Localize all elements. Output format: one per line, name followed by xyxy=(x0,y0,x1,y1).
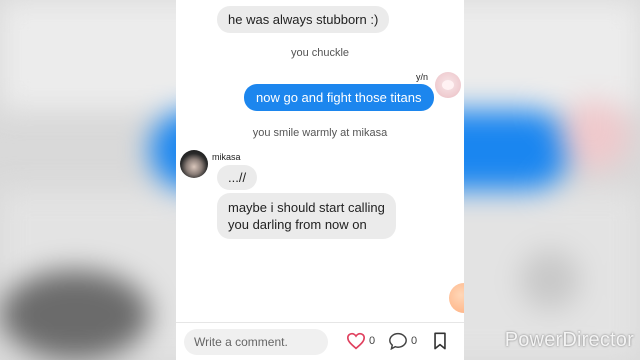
sender-name-mikasa: mikasa xyxy=(212,152,241,162)
message-line: you darling from now on xyxy=(228,217,367,232)
sender-name-yn: y/n xyxy=(416,72,429,82)
comment-input[interactable] xyxy=(184,329,328,355)
message-bubble: maybe i should start calling you darling… xyxy=(217,193,396,239)
comment-count: 0 xyxy=(411,335,418,347)
like-count: 0 xyxy=(369,335,376,347)
avatar-yn[interactable] xyxy=(435,72,461,98)
floating-button[interactable] xyxy=(449,283,464,313)
narration-text: you chuckle xyxy=(290,47,350,59)
message-bubble-outgoing: now go and fight those titans xyxy=(244,84,434,111)
message-line: maybe i should start calling xyxy=(228,200,385,215)
comment-icon[interactable] xyxy=(388,332,408,355)
chat-screen: he was always stubborn :) you chuckle y/… xyxy=(176,0,464,360)
avatar-mikasa[interactable] xyxy=(180,150,208,178)
message-bubble: he was always stubborn :) xyxy=(217,6,390,33)
comment-bar: 0 0 xyxy=(176,322,464,360)
message-bubble: ...// xyxy=(217,165,258,190)
narration-text: you smile warmly at mikasa xyxy=(252,127,388,139)
bookmark-icon[interactable] xyxy=(433,332,447,355)
watermark-text: PowerDirector xyxy=(504,329,634,351)
heart-icon[interactable] xyxy=(346,332,366,355)
